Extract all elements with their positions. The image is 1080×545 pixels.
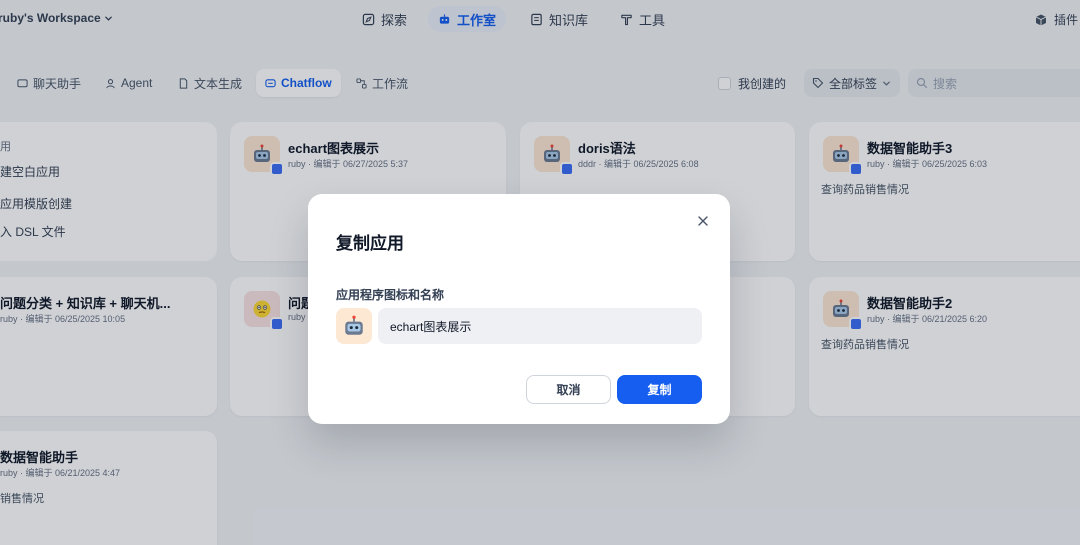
close-icon [698, 216, 708, 226]
app-icon-picker[interactable] [336, 308, 372, 344]
close-button[interactable] [696, 214, 710, 228]
app-name-input[interactable] [378, 308, 702, 344]
cancel-button[interactable]: 取消 [526, 375, 611, 404]
icon-and-name-label: 应用程序图标和名称 [336, 288, 445, 302]
duplicate-button[interactable]: 复制 [617, 375, 702, 404]
studio-page: ruby's Workspace 探索 工作室 知识库 工具 插件 聊天助手 A… [0, 0, 1080, 545]
dialog-title: 复制应用 [336, 234, 404, 253]
duplicate-app-dialog: 复制应用 应用程序图标和名称 取消 复制 [308, 194, 730, 424]
robot-icon [345, 315, 363, 335]
